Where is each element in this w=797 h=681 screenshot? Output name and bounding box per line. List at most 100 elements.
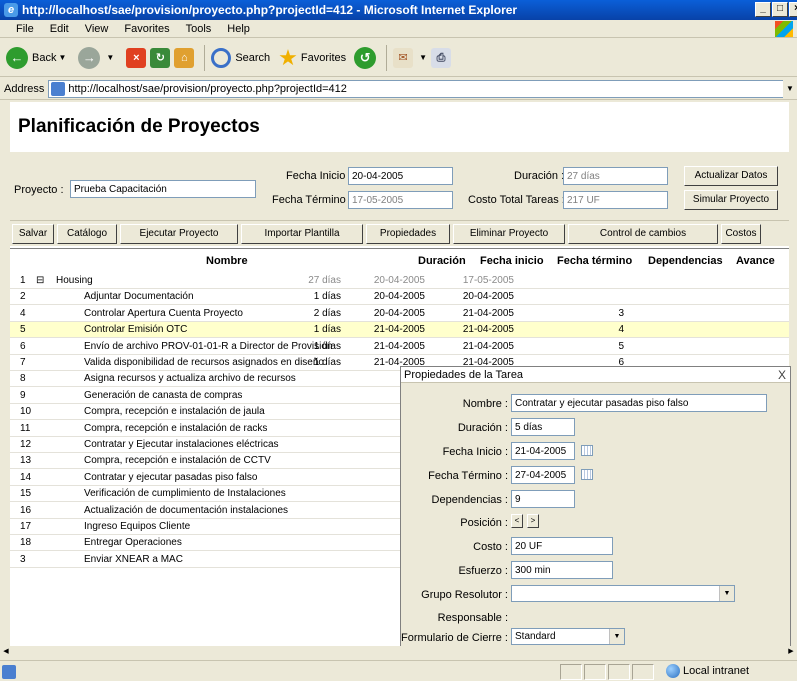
task-name: Compra, recepción e instalación de jaula bbox=[84, 406, 265, 418]
task-name: Adjuntar Documentación bbox=[84, 291, 194, 303]
status-cell bbox=[560, 664, 582, 680]
costos-button[interactable]: Costos bbox=[721, 224, 761, 244]
header-fecha-inicio[interactable]: Fecha inicio bbox=[480, 255, 544, 267]
salvar-button[interactable]: Salvar bbox=[12, 224, 54, 244]
header-dependencias[interactable]: Dependencias bbox=[648, 255, 723, 267]
status-cell bbox=[608, 664, 630, 680]
row-number: 7 bbox=[20, 357, 26, 368]
menu-tools[interactable]: Tools bbox=[178, 23, 220, 35]
header-nombre[interactable]: Nombre bbox=[206, 255, 248, 267]
header-duracion[interactable]: Duración bbox=[418, 255, 466, 267]
minimize-button[interactable]: _ bbox=[755, 2, 771, 17]
task-name: Verificación de cumplimiento de Instalac… bbox=[84, 488, 286, 500]
browser-toolbar: ← Back ▼ → ▼ × ↻ ⌂ Search ★ Favorites ↺ … bbox=[0, 39, 797, 77]
ie-logo-icon: e bbox=[4, 3, 18, 17]
dlg-esfuerzo-input[interactable] bbox=[511, 561, 613, 579]
back-button[interactable]: ← Back ▼ bbox=[6, 46, 70, 69]
row-number: 3 bbox=[20, 553, 26, 565]
task-dependencias: 3 bbox=[618, 307, 624, 319]
home-icon[interactable]: ⌂ bbox=[174, 47, 195, 68]
dialog-title-text: Propiedades de la Tarea bbox=[404, 369, 524, 381]
task-fecha-termino: 21-04-2005 bbox=[462, 307, 514, 319]
menu-file[interactable]: File bbox=[8, 23, 42, 35]
address-input[interactable]: http://localhost/sae/provision/proyecto.… bbox=[48, 79, 797, 98]
proyecto-label: Proyecto : bbox=[14, 184, 64, 196]
ejecutar-proyecto-button[interactable]: Ejecutar Proyecto bbox=[120, 224, 238, 244]
mail-dropdown-icon[interactable]: ▼ bbox=[419, 53, 427, 62]
task-dependencias: 4 bbox=[618, 324, 624, 336]
dlg-dependencias-input[interactable] bbox=[511, 490, 575, 508]
table-row[interactable]: 4 Controlar Apertura Cuenta Proyecto 2 día… bbox=[10, 306, 789, 322]
action-toolbar: Salvar Catálogo Ejecutar Proyecto Import… bbox=[10, 220, 789, 246]
move-down-button[interactable]: > bbox=[527, 514, 539, 528]
back-dropdown-icon[interactable]: ▼ bbox=[58, 53, 66, 62]
row-number: 17 bbox=[20, 521, 32, 532]
calendar-icon[interactable] bbox=[581, 445, 593, 456]
stop-icon[interactable]: × bbox=[126, 47, 147, 68]
dlg-inicio-label: Fecha Inicio : bbox=[442, 446, 508, 458]
search-button[interactable]: Search bbox=[211, 47, 270, 68]
move-up-button[interactable]: < bbox=[511, 514, 523, 528]
calendar-icon-2[interactable] bbox=[581, 469, 593, 480]
dlg-grupo-label: Grupo Resolutor : bbox=[421, 589, 508, 601]
task-duracion: 1 días bbox=[313, 324, 341, 336]
security-zone: Local intranet bbox=[666, 664, 749, 678]
dlg-costo-input[interactable] bbox=[511, 537, 613, 555]
table-row[interactable]: 1 ⊟ Housing 27 días 20-04-2005 17-05-2005 bbox=[10, 273, 789, 289]
maximize-button[interactable]: □ bbox=[772, 2, 788, 17]
table-row[interactable]: 6 Envío de archivo PROV-01-01-R a Directo… bbox=[10, 339, 789, 355]
close-button[interactable]: × bbox=[789, 2, 797, 17]
back-arrow-icon: ← bbox=[6, 46, 28, 69]
menu-view[interactable]: View bbox=[77, 23, 117, 35]
address-dropdown-icon[interactable]: ▼ bbox=[783, 80, 797, 98]
collapse-icon[interactable]: ⊟ bbox=[36, 275, 44, 286]
proyecto-input[interactable] bbox=[70, 180, 256, 198]
dlg-nombre-input[interactable] bbox=[511, 394, 767, 412]
dlg-duracion-input[interactable] bbox=[511, 418, 575, 436]
scroll-right-icon[interactable]: ▶ bbox=[785, 647, 797, 657]
header-avance[interactable]: Avance bbox=[736, 255, 775, 267]
table-row[interactable]: 5 Controlar Emisión OTC 1 días 21-04-2005 21… bbox=[10, 322, 789, 339]
menu-edit[interactable]: Edit bbox=[42, 23, 77, 35]
dlg-posicion-label: Posición : bbox=[460, 517, 508, 529]
propiedades-button[interactable]: Propiedades bbox=[366, 224, 450, 244]
duracion-input[interactable] bbox=[563, 167, 668, 185]
print-icon[interactable]: ⎙ bbox=[431, 47, 452, 68]
grupo-resolutor-select[interactable]: ▼ bbox=[511, 585, 735, 602]
fecha-termino-input[interactable] bbox=[348, 191, 453, 209]
importar-plantilla-button[interactable]: Importar Plantilla bbox=[241, 224, 363, 244]
menu-help[interactable]: Help bbox=[219, 23, 258, 35]
costo-total-input[interactable] bbox=[563, 191, 668, 209]
dialog-close-icon[interactable]: X bbox=[778, 367, 786, 383]
eliminar-proyecto-button[interactable]: Eliminar Proyecto bbox=[453, 224, 565, 244]
control-cambios-button[interactable]: Control de cambios bbox=[568, 224, 718, 244]
window-controls: _ □ × bbox=[755, 2, 797, 17]
actualizar-datos-button[interactable]: Actualizar Datos bbox=[684, 166, 778, 186]
horizontal-scrollbar[interactable]: ◀ ▶ bbox=[0, 646, 797, 658]
menu-favorites[interactable]: Favorites bbox=[116, 23, 177, 35]
scroll-left-icon[interactable]: ◀ bbox=[0, 647, 12, 657]
header-fecha-termino[interactable]: Fecha término bbox=[557, 255, 632, 267]
dlg-termino-input[interactable] bbox=[511, 466, 575, 484]
formulario-cierre-select[interactable]: Standard ▼ bbox=[511, 628, 625, 645]
task-fecha-termino: 21-04-2005 bbox=[462, 324, 514, 336]
row-number: 5 bbox=[20, 324, 26, 336]
row-number: 14 bbox=[20, 471, 32, 483]
duracion-label: Duración : bbox=[514, 170, 565, 182]
refresh-icon[interactable]: ↻ bbox=[150, 47, 171, 68]
dlg-inicio-input[interactable] bbox=[511, 442, 575, 460]
fecha-inicio-input[interactable] bbox=[348, 167, 453, 185]
table-row[interactable]: 2 Adjuntar Documentación 1 días 20-04-2005 2… bbox=[10, 289, 789, 306]
favorites-button[interactable]: ★ Favorites bbox=[278, 45, 346, 71]
task-name: Valida disponibilidad de recursos asigna… bbox=[84, 357, 324, 368]
simular-proyecto-button[interactable]: Simular Proyecto bbox=[684, 190, 778, 210]
forward-dropdown-icon[interactable]: ▼ bbox=[106, 53, 114, 62]
history-icon[interactable]: ↺ bbox=[354, 46, 377, 69]
mail-icon[interactable]: ✉ bbox=[393, 47, 414, 68]
favorites-label: Favorites bbox=[300, 51, 347, 64]
forward-button[interactable]: → ▼ bbox=[78, 46, 118, 69]
task-duracion: 1 días bbox=[313, 340, 341, 352]
catalogo-button[interactable]: Catálogo bbox=[57, 224, 117, 244]
task-fecha-inicio: 21-04-2005 bbox=[373, 324, 425, 336]
task-duracion: 27 días bbox=[308, 275, 341, 286]
